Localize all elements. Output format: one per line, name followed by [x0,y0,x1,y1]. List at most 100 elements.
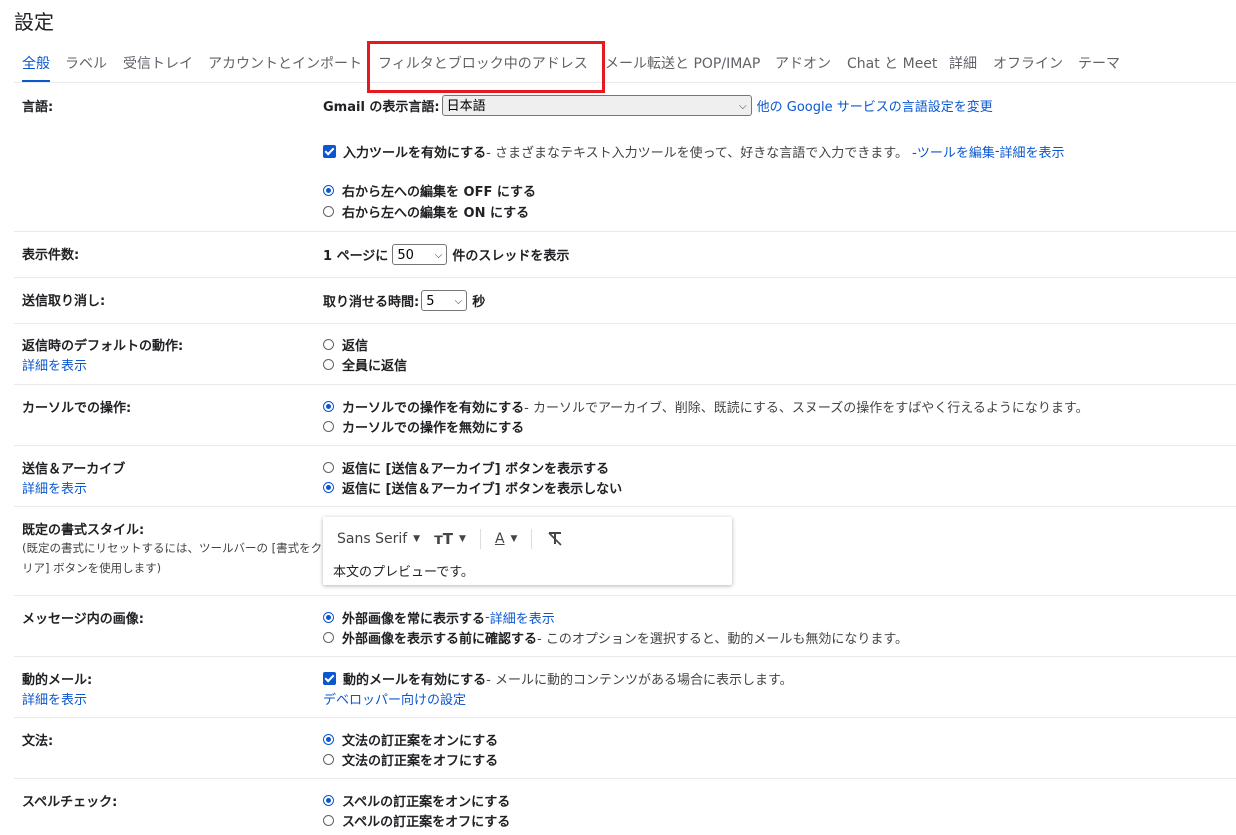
tab-advanced[interactable]: 詳細 [949,48,977,80]
reply-all-label: 全員に返信 [342,359,408,374]
grammar-off-label: 文法の訂正案をオフにする [342,754,499,769]
edit-tools-link[interactable]: ツールを編集 [917,142,995,161]
tab-addons[interactable]: アドオン [775,48,831,80]
reply-radio[interactable] [323,339,334,350]
display-language-select[interactable]: 日本語 ⌵ [441,95,752,116]
page-size-select[interactable]: 50 ⌵ [392,244,448,265]
settings-tabs: 全般 ラベル 受信トレイ アカウントとインポート フィルタとブロック中のアドレス… [14,48,1236,83]
text-style-desc: (既定の書式にリセットするには、ツールバーの [書式をクリア] ボタンを使用しま… [22,541,323,575]
setting-row-hover-actions: カーソルでの操作: カーソルでの操作を有効にする - カーソルでアーカイブ、削除… [14,385,1236,446]
rtl-on-radio[interactable] [323,206,334,217]
page-title: 設定 [14,10,54,34]
reply-default-details-link[interactable]: 詳細を表示 [22,355,87,374]
tab-offline[interactable]: オフライン [993,48,1063,80]
hover-enable-label: カーソルでの操作を有効にする [342,401,525,416]
undo-send-label: 送信取り消し: [22,294,106,309]
text-color-dropdown[interactable]: A ▼ [495,531,518,547]
clear-formatting-icon [548,532,563,546]
dynamic-email-details-link[interactable]: 詳細を表示 [22,689,87,708]
setting-row-spelling: スペルチェック: スペルの訂正案をオンにする スペルの訂正案をオフにする [14,779,1236,835]
font-family-dropdown[interactable]: Sans Serif ▼ [337,531,420,547]
format-toolbar: Sans Serif ▼ тT ▼ A ▼ [337,529,578,549]
spelling-label: スペルチェック: [22,795,118,810]
setting-row-page-size: 表示件数: 1 ページに 50 ⌵ 件のスレッドを表示 [14,232,1236,278]
tab-chat-meet[interactable]: Chat と Meet [847,48,937,80]
tab-labels[interactable]: ラベル [65,48,107,80]
hover-enable-radio[interactable] [323,401,334,412]
input-tools-checkbox[interactable] [323,145,336,158]
hover-actions-label: カーソルでの操作: [22,401,132,416]
send-archive-show-radio[interactable] [323,462,334,473]
hover-disable-label: カーソルでの操作を無効にする [342,421,525,436]
setting-row-text-style: 既定の書式スタイル: (既定の書式にリセットするには、ツールバーの [書式をクリ… [14,507,1236,596]
dynamic-email-desc: - メールに動的コンテンツがある場合に表示します。 [486,673,793,688]
rtl-off-radio[interactable] [323,185,334,196]
images-ask-radio[interactable] [323,632,334,643]
images-always-label: 外部画像を常に表示する [342,612,486,627]
undo-send-select[interactable]: 5 ⌵ [421,290,468,311]
spelling-on-label: スペルの訂正案をオンにする [342,795,511,810]
chevron-down-icon: ⌵ [454,296,463,307]
grammar-on-radio[interactable] [323,734,334,745]
language-label: 言語: [22,100,54,115]
reply-default-label: 返信時のデフォルトの動作: [22,339,184,354]
spelling-on-radio[interactable] [323,795,334,806]
tab-general[interactable]: 全般 [22,48,50,82]
clear-formatting-button[interactable] [546,530,564,548]
send-archive-hide-radio[interactable] [323,482,334,493]
dynamic-email-label: 動的メール: [22,673,93,688]
text-style-preview: 本文のプレビューです。 [333,565,474,580]
developer-settings-link[interactable]: デベロッパー向けの設定 [323,689,466,708]
dynamic-email-checkbox[interactable] [323,672,336,685]
caret-down-icon: ▼ [413,534,421,544]
setting-row-reply-default: 返信時のデフォルトの動作: 詳細を表示 返信 全員に返信 [14,324,1236,385]
images-ask-label: 外部画像を表示する前に確認する [342,632,538,647]
language-details-link[interactable]: 詳細を表示 [1000,142,1065,161]
caret-down-icon: ▼ [510,534,518,544]
setting-row-language: 言語: Gmail の表示言語: 日本語 ⌵ 他の Google サービスの言語… [14,84,1236,232]
hover-disable-radio[interactable] [323,421,334,432]
font-size-dropdown[interactable]: тT ▼ [434,530,466,548]
rtl-off-label: 右から左への編集を OFF にする [342,185,536,200]
font-size-icon: тT [434,530,454,548]
setting-row-undo-send: 送信取り消し: 取り消せる時間: 5 ⌵ 秒 [14,278,1236,324]
toolbar-divider [531,529,533,549]
images-always-radio[interactable] [323,612,334,623]
reply-all-radio[interactable] [323,359,334,370]
input-tools-desc: - さまざまなテキスト入力ツールを使って、好きな言語で入力できます。 - [486,146,917,161]
text-style-label: 既定の書式スタイル: [22,523,145,538]
tab-themes[interactable]: テーマ [1078,48,1120,80]
spelling-off-label: スペルの訂正案をオフにする [342,815,511,830]
images-label: メッセージ内の画像: [22,612,144,627]
setting-row-images: メッセージ内の画像: 外部画像を常に表示する - 詳細を表示 外部画像を表示する… [14,596,1236,657]
tab-inbox[interactable]: 受信トレイ [123,48,193,80]
setting-row-send-archive: 送信＆アーカイブ 詳細を表示 返信に [送信＆アーカイブ] ボタンを表示する 返… [14,446,1236,507]
toolbar-divider [479,529,481,549]
other-services-language-link[interactable]: 他の Google サービスの言語設定を変更 [757,96,993,115]
text-color-icon: A [494,531,505,547]
display-language-label: Gmail の表示言語: [323,100,440,115]
rtl-on-label: 右から左への編集を ON にする [342,206,530,221]
images-details-link[interactable]: 詳細を表示 [490,608,555,627]
send-archive-show-label: 返信に [送信＆アーカイブ] ボタンを表示する [342,462,610,477]
caret-down-icon: ▼ [459,534,466,544]
spelling-off-radio[interactable] [323,815,334,826]
tab-forwarding-pop-imap[interactable]: メール転送と POP/IMAP [605,48,760,80]
dynamic-email-enable-label: 動的メールを有効にする [343,673,487,688]
setting-row-grammar: 文法: 文法の訂正案をオンにする 文法の訂正案をオフにする [14,718,1236,779]
undo-send-prefix: 取り消せる時間: [323,295,420,310]
send-archive-details-link[interactable]: 詳細を表示 [22,478,87,497]
chevron-down-icon: ⌵ [434,250,443,261]
page-size-suffix: 件のスレッドを表示 [452,249,570,264]
grammar-on-label: 文法の訂正案をオンにする [342,734,499,749]
page-size-prefix: 1 ページに [323,249,389,264]
hover-enable-desc: - カーソルでアーカイブ、削除、既読にする、スヌーズの操作をすばやく行えるように… [524,401,1089,416]
grammar-label: 文法: [22,734,54,749]
grammar-off-radio[interactable] [323,754,334,765]
text-style-editor: Sans Serif ▼ тT ▼ A ▼ 本文のプレビューです。 [323,517,732,585]
page-size-label: 表示件数: [22,248,80,263]
tab-accounts-import[interactable]: アカウントとインポート [208,48,362,80]
input-tools-label: 入力ツールを有効にする [343,146,487,161]
send-archive-label: 送信＆アーカイブ [22,462,126,477]
images-ask-desc: - このオプションを選択すると、動的メールも無効になります。 [537,632,909,647]
